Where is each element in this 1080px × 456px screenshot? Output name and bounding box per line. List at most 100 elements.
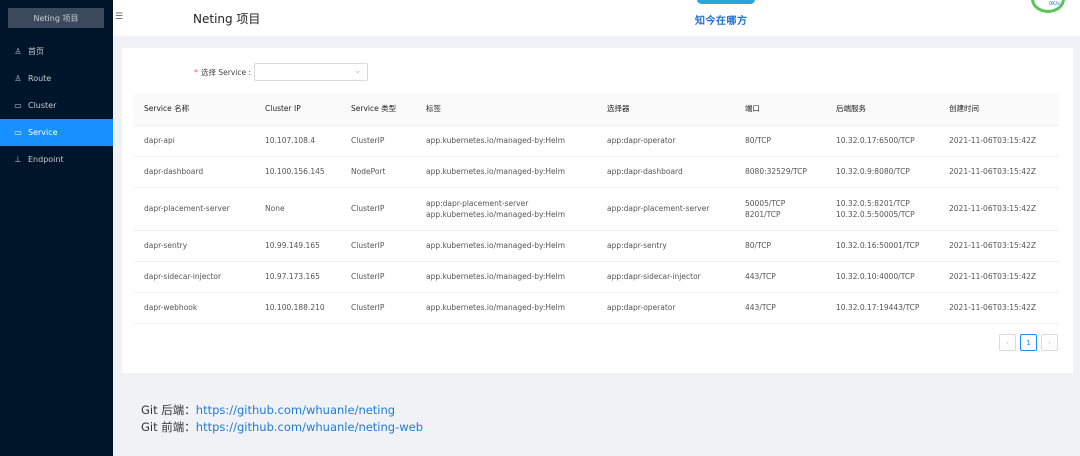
cell-name: dapr-sentry	[134, 230, 255, 262]
table-row: dapr-placement-server None ClusterIP app…	[134, 187, 1059, 231]
cell-created: 2021-11-06T03:15:42Z	[939, 187, 1059, 231]
cell-cluster-ip: 10.107.108.4	[255, 125, 341, 157]
column-header: Service 类型	[341, 93, 416, 126]
port-line: 80/TCP	[745, 241, 771, 250]
cell-type: NodePort	[341, 156, 416, 188]
column-header: 创建时间	[939, 93, 1059, 126]
port-line: 443/TCP	[745, 303, 776, 312]
sidebar-item-label: Endpoint	[28, 155, 64, 164]
cell-selector: app:dapr-dashboard	[597, 156, 735, 188]
cell-labels: app.kubernetes.io/managed-by:Helm	[416, 292, 597, 324]
backend-line: 10.32.0.9:8080/TCP	[836, 167, 910, 176]
column-header: 标签	[416, 93, 597, 126]
speed-readout: 0K/s	[1049, 1, 1060, 7]
prev-page-button[interactable]: ‹	[999, 334, 1016, 351]
filter-label: 选择 Service :	[201, 67, 252, 77]
label-line: app.kubernetes.io/managed-by:Helm	[426, 303, 566, 312]
service-icon: ▭	[14, 128, 22, 137]
cell-labels: app.kubernetes.io/managed-by:Helm	[416, 261, 597, 293]
cell-selector: app:dapr-operator	[597, 292, 735, 324]
cell-created: 2021-11-06T03:15:42Z	[939, 292, 1059, 324]
repo-links: Git 后端：https://github.com/whuanle/neting…	[141, 402, 423, 436]
cell-created: 2021-11-06T03:15:42Z	[939, 156, 1059, 188]
cell-created: 2021-11-06T03:15:42Z	[939, 261, 1059, 293]
endpoint-icon: ⊥	[14, 155, 22, 164]
cell-selector: app:dapr-operator	[597, 125, 735, 157]
table-row: dapr-webhook 10.100.188.210 ClusterIP ap…	[134, 292, 1059, 324]
backend-line: 10.32.0.5:8201/TCP	[836, 198, 910, 208]
brand-logo: 知今在哪方	[695, 0, 757, 28]
sidebar-item-label: Cluster	[28, 101, 57, 110]
cell-type: ClusterIP	[341, 187, 416, 231]
cell-backends: 10.32.0.10:4000/TCP	[826, 261, 939, 293]
sidebar: Neting 项目 ♙ 首页 ♙ Route ▭ Cluster ▭ Servi…	[0, 0, 113, 456]
brand-text: 知今在哪方	[695, 16, 748, 27]
sidebar-item-endpoint[interactable]: ⊥ Endpoint	[0, 146, 113, 173]
cell-name: dapr-dashboard	[134, 156, 255, 188]
cell-ports: 8080:32529/TCP	[735, 156, 826, 188]
frontend-repo-link[interactable]: https://github.com/whuanle/neting-web	[196, 420, 423, 434]
cell-name: dapr-api	[134, 125, 255, 157]
header: ☰ Neting 项目 知今在哪方 0K/s	[113, 0, 1080, 36]
backend-line: 10.32.0.17:6500/TCP	[836, 136, 915, 145]
label-line: app.kubernetes.io/managed-by:Helm	[426, 209, 566, 219]
column-header: 后端服务	[826, 93, 939, 126]
cell-ports: 50005/TCP 8201/TCP	[735, 187, 826, 231]
pagination: ‹ 1 ›	[999, 334, 1058, 351]
cell-created: 2021-11-06T03:15:42Z	[939, 230, 1059, 262]
cell-selector: app:dapr-sidecar-injector	[597, 261, 735, 293]
cell-ports: 443/TCP	[735, 261, 826, 293]
page-button-current[interactable]: 1	[1020, 334, 1037, 351]
backend-line: 10.32.0.5:50005/TCP	[836, 209, 915, 219]
table-row: dapr-sidecar-injector 10.97.173.165 Clus…	[134, 261, 1059, 293]
column-header: 选择器	[597, 93, 735, 126]
column-header: Service 名称	[134, 93, 255, 126]
service-select[interactable]: ⌄	[254, 63, 369, 81]
label-line: app:dapr-placement-server	[426, 198, 529, 208]
backend-line: 10.32.0.16:50001/TCP	[836, 241, 920, 250]
cell-backends: 10.32.0.17:19443/TCP	[826, 292, 939, 324]
cell-cluster-ip: None	[255, 187, 341, 231]
sidebar-item-home[interactable]: ♙ 首页	[0, 38, 113, 65]
cell-ports: 443/TCP	[735, 292, 826, 324]
menu-collapse-icon[interactable]: ☰	[115, 12, 123, 22]
table-row: dapr-api 10.107.108.4 ClusterIP app.kube…	[134, 125, 1059, 157]
frontend-repo-label: Git 前端：	[141, 420, 196, 434]
cell-ports: 80/TCP	[735, 230, 826, 262]
cell-cluster-ip: 10.97.173.165	[255, 261, 341, 293]
cell-backends: 10.32.0.9:8080/TCP	[826, 156, 939, 188]
cell-type: ClusterIP	[341, 292, 416, 324]
cell-type: ClusterIP	[341, 230, 416, 262]
cell-labels: app.kubernetes.io/managed-by:Helm	[416, 125, 597, 157]
sidebar-item-label: Route	[28, 74, 52, 83]
cell-name: dapr-placement-server	[134, 187, 255, 231]
sidebar-item-label: Service	[28, 128, 58, 137]
cell-type: ClusterIP	[341, 261, 416, 293]
cell-labels: app:dapr-placement-server app.kubernetes…	[416, 187, 597, 231]
cell-type: ClusterIP	[341, 125, 416, 157]
cell-name: dapr-webhook	[134, 292, 255, 324]
column-header: Cluster IP	[255, 93, 341, 126]
service-card: * 选择 Service : ⌄ Service 名称 Cluster IP S…	[122, 48, 1073, 373]
cell-backends: 10.32.0.16:50001/TCP	[826, 230, 939, 262]
sidebar-item-label: 首页	[28, 47, 44, 56]
backend-repo-link[interactable]: https://github.com/whuanle/neting	[196, 403, 395, 417]
sidebar-item-route[interactable]: ♙ Route	[0, 65, 113, 92]
table-header-row: Service 名称 Cluster IP Service 类型 标签 选择器 …	[134, 93, 1059, 126]
cell-selector: app:dapr-placement-server	[597, 187, 735, 231]
page-title: Neting 项目	[193, 12, 261, 26]
brand-graphic	[697, 0, 755, 4]
sidebar-item-cluster[interactable]: ▭ Cluster	[0, 92, 113, 119]
backend-line: 10.32.0.17:19443/TCP	[836, 303, 920, 312]
cell-backends: 10.32.0.17:6500/TCP	[826, 125, 939, 157]
route-icon: ♙	[14, 74, 22, 83]
sidebar-item-service[interactable]: ▭ Service	[0, 119, 113, 146]
cell-backends: 10.32.0.5:8201/TCP 10.32.0.5:50005/TCP	[826, 187, 939, 231]
port-line: 80/TCP	[745, 136, 771, 145]
label-line: app.kubernetes.io/managed-by:Helm	[426, 241, 566, 250]
label-line: app.kubernetes.io/managed-by:Helm	[426, 272, 566, 281]
next-page-button[interactable]: ›	[1041, 334, 1058, 351]
port-line: 8201/TCP	[745, 209, 781, 219]
cell-labels: app.kubernetes.io/managed-by:Helm	[416, 156, 597, 188]
required-mark: *	[194, 67, 198, 77]
